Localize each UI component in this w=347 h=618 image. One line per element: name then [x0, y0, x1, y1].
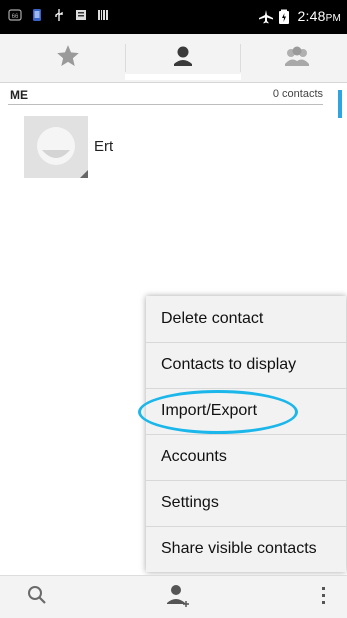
scrollbar[interactable] — [338, 90, 342, 118]
status-bar: 66 2:48PM — [0, 0, 347, 34]
menu-item-contacts-to-display[interactable]: Contacts to display — [146, 342, 346, 389]
section-divider — [8, 104, 323, 105]
barcode-icon — [96, 8, 110, 22]
add-contact-button[interactable] — [163, 582, 193, 612]
menu-item-label: Contacts to display — [161, 356, 297, 373]
phone-icon — [30, 8, 44, 22]
highlight-ellipse — [138, 390, 298, 434]
menu-item-accounts[interactable]: Accounts — [146, 434, 346, 481]
tab-bar — [0, 34, 347, 83]
contact-name: Ert — [94, 138, 114, 155]
overflow-menu-button[interactable] — [309, 582, 339, 612]
contact-row[interactable]: Ert — [24, 116, 324, 178]
menu-item-label: Accounts — [161, 448, 227, 465]
battery-icon — [278, 9, 292, 24]
usb-icon — [52, 8, 66, 22]
sd-card-icon: 66 — [8, 8, 22, 22]
contact-count: 0 contacts — [272, 88, 323, 100]
svg-text:66: 66 — [12, 14, 19, 20]
tab-favorites[interactable] — [10, 34, 126, 82]
status-time: 2:48PM — [297, 8, 341, 24]
overflow-menu: Delete contact Contacts to display Impor… — [146, 296, 346, 572]
search-icon — [25, 583, 49, 612]
menu-item-label: Delete contact — [161, 310, 264, 327]
search-button[interactable] — [22, 582, 52, 612]
selected-tab-indicator — [125, 74, 241, 80]
menu-item-delete-contact[interactable]: Delete contact — [146, 296, 346, 343]
menu-item-settings[interactable]: Settings — [146, 480, 346, 527]
tab-groups[interactable] — [239, 34, 347, 82]
bottom-action-bar — [0, 575, 347, 618]
menu-item-label: Share visible contacts — [161, 540, 317, 557]
me-section-header: ME 0 contacts — [0, 82, 347, 104]
add-contact-icon — [164, 581, 192, 614]
section-label: ME — [10, 88, 28, 102]
avatar — [24, 116, 88, 178]
menu-item-label: Settings — [161, 494, 219, 511]
notification-icon — [74, 8, 88, 22]
person-icon — [171, 44, 195, 73]
status-right: 2:48PM — [258, 8, 341, 24]
airplane-mode-icon — [258, 9, 273, 24]
status-left-icons: 66 — [8, 8, 110, 22]
group-icon — [282, 44, 312, 73]
menu-item-share-visible-contacts[interactable]: Share visible contacts — [146, 526, 346, 572]
star-icon — [55, 43, 81, 74]
overflow-menu-icon — [320, 583, 328, 612]
